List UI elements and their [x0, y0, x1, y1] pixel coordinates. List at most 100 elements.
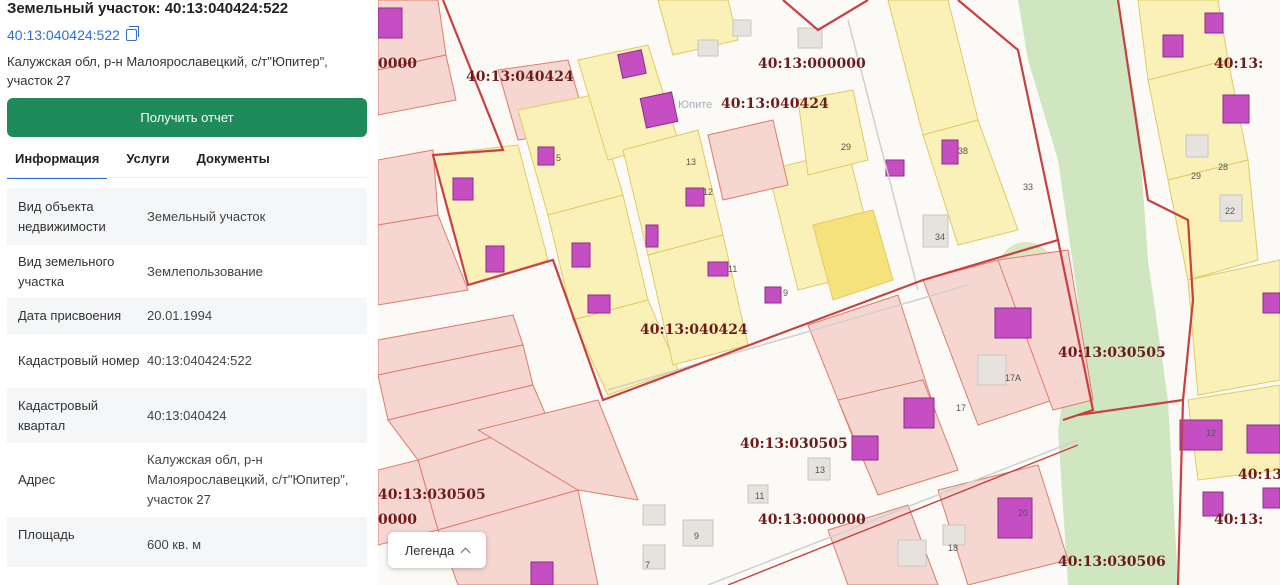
info-key: Кадастровый квартал [18, 397, 99, 433]
house [1162, 34, 1184, 58]
cadastral-label: 40:13:000000 [758, 512, 866, 528]
plot-number: 7 [645, 560, 650, 570]
info-value: Земельный участок [147, 208, 266, 224]
cadastral-label: 40:13:040424 [466, 69, 574, 85]
building [697, 39, 719, 57]
parcel [887, 0, 979, 136]
cadastral-label: 0000 [378, 512, 417, 528]
plot-number: 11 [755, 491, 764, 501]
info-key: Кадастровый номер [18, 353, 140, 368]
get-report-button[interactable]: Получить отчет [7, 98, 367, 137]
plot-number: 13 [815, 465, 825, 475]
building [642, 504, 666, 526]
info-row: Адрес Калужская обл, р-н Малоярославецки… [7, 443, 367, 517]
plot-number: 29 [841, 142, 851, 152]
house [485, 245, 505, 273]
house [587, 294, 611, 314]
info-table: Вид объекта недвижимости Земельный участ… [7, 188, 367, 567]
house [903, 397, 935, 429]
tab-services[interactable]: Услуги [118, 148, 177, 179]
cadastral-map[interactable]: 0000 40:13:040424 40:13:000000 40:13:040… [378, 0, 1280, 585]
info-row: Кадастровый квартал 40:13:040424 [7, 388, 367, 443]
house [1262, 487, 1280, 509]
info-key: Площадь [18, 527, 75, 542]
plot-number: 9 [783, 288, 788, 298]
info-key: Вид объекта недвижимости [18, 198, 106, 234]
copy-icon[interactable] [125, 26, 139, 41]
house [537, 146, 555, 166]
house [639, 91, 679, 129]
cadastral-label: 40:13:000000 [758, 56, 866, 72]
info-value: 40:13:040424 [147, 407, 227, 423]
cadastral-number-text[interactable]: 40:13:040424:522 [7, 27, 120, 43]
building [922, 214, 949, 248]
parcel [378, 149, 439, 226]
info-value: Калужская обл, р-н Малоярославецкий, с/т… [147, 452, 349, 507]
info-panel: Земельный участок: 40:13:040424:522 40:1… [0, 0, 378, 585]
tab-documents[interactable]: Документы [189, 148, 278, 179]
info-row: Площадь 600 кв. м [7, 517, 367, 567]
building [897, 539, 927, 567]
plot-number: 11 [728, 264, 737, 274]
building [942, 524, 966, 546]
house [571, 242, 591, 268]
parcel [1187, 259, 1280, 396]
house [685, 187, 705, 207]
tab-information[interactable]: Информация [7, 148, 108, 179]
info-value: 600 кв. м [147, 537, 202, 552]
plot-number: 5 [556, 153, 561, 163]
plot-number: 18 [948, 543, 958, 553]
house [707, 261, 729, 277]
house [1246, 424, 1280, 454]
house [1262, 292, 1280, 314]
plot-number: 34 [935, 232, 945, 242]
parcel [707, 119, 789, 201]
cadastral-label: 40:13:030506 [1058, 554, 1166, 570]
info-row: Дата присвоения 20.01.1994 [7, 298, 367, 334]
info-value: 40:13:040424:522 [147, 353, 252, 368]
info-key: Вид земельного участка [18, 253, 115, 289]
parcel [1167, 159, 1259, 281]
legend-label: Легенда [404, 542, 455, 558]
house [851, 435, 879, 461]
legend-button[interactable]: Легенда [388, 532, 486, 568]
cadastral-label: 40:13:030505 [1058, 345, 1166, 361]
chevron-up-icon [460, 547, 471, 557]
plot-number: 22 [1225, 206, 1235, 216]
plot-number: 28 [1218, 162, 1228, 172]
info-value: 20.01.1994 [147, 308, 213, 323]
house [378, 7, 403, 39]
plot-number: 29 [1191, 171, 1201, 181]
building [1185, 134, 1209, 158]
cadastral-label: 0000 [378, 56, 417, 72]
plot-number: 17А [1005, 373, 1021, 383]
cadastral-label: 40:13:030505 [378, 487, 486, 503]
plot-number: 38 [958, 146, 968, 156]
cadastral-number-link[interactable]: 40:13:040424:522 [7, 26, 139, 43]
building [977, 354, 1007, 386]
house [1222, 94, 1250, 124]
house [645, 224, 659, 248]
page-title: Земельный участок: 40:13:040424:522 [7, 0, 289, 17]
selected-parcel[interactable] [812, 209, 894, 301]
house [941, 139, 959, 165]
house [997, 497, 1033, 539]
cadastral-label: 40:13:030505 [740, 436, 848, 452]
plot-number: 9 [694, 531, 699, 541]
house [764, 286, 782, 304]
plot-number: 17 [956, 403, 966, 413]
plot-number: 13 [686, 157, 696, 167]
info-row: Вид земельного участка Землепользование [7, 245, 367, 298]
info-value: Землепользование [147, 263, 263, 279]
cadastral-label: 40:13:040424 [721, 96, 829, 112]
info-key: Дата присвоения [18, 308, 122, 323]
map-canvas[interactable]: 0000 40:13:040424 40:13:000000 40:13:040… [378, 0, 1280, 585]
house [994, 307, 1032, 339]
plot-number: 12 [703, 187, 713, 197]
info-row: Вид объекта недвижимости Земельный участ… [7, 188, 367, 245]
house [530, 561, 554, 585]
house [617, 49, 647, 79]
cadastral-label: 40:13: [1214, 512, 1263, 528]
info-key: Адрес [18, 472, 56, 487]
tabs-divider [7, 177, 367, 178]
